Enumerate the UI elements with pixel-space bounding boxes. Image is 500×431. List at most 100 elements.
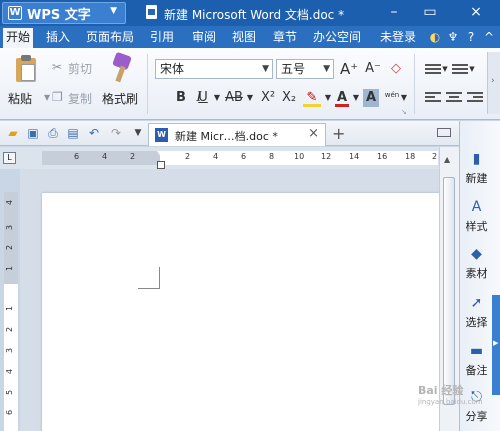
sidebar-item-new[interactable]: ▮ 新建 <box>460 151 493 186</box>
copy-button[interactable]: 复制 <box>68 90 92 107</box>
sidebar-item-select[interactable]: ➚ 选择 <box>460 295 493 330</box>
watermark-text: Bai 经验 <box>418 384 464 397</box>
ribbon-scroll[interactable]: › <box>487 52 500 114</box>
char-shading-icon[interactable]: A <box>363 89 379 107</box>
ruler-tick: 1 <box>5 305 15 312</box>
chevron-down-icon[interactable]: ▼ <box>442 60 448 78</box>
ruler-tick: 2 <box>185 152 191 161</box>
sidebar-item-materials[interactable]: ◆ 素材 <box>460 246 493 281</box>
strikethrough-button[interactable]: AB <box>224 89 244 107</box>
redo-icon[interactable]: ↷ <box>108 125 124 141</box>
ruler-tick: 6 <box>74 152 80 161</box>
help-icon[interactable]: ? <box>464 30 478 44</box>
document-tab[interactable]: W 新建 Micr…档.doc * × <box>148 123 326 146</box>
minimize-button[interactable]: – <box>384 3 404 21</box>
ruler-tick: 1 <box>5 265 15 272</box>
shirt-icon[interactable]: ♆ <box>446 30 460 44</box>
tab-office-space[interactable]: 办公空间 <box>313 26 361 48</box>
document-page[interactable] <box>42 193 439 431</box>
tab-stop-selector[interactable]: L <box>3 152 16 164</box>
phonetic-guide-button[interactable]: wén <box>384 86 400 104</box>
font-name-select[interactable]: 宋体 ▼ <box>155 59 273 79</box>
font-name-value: 宋体 <box>160 62 185 76</box>
format-painter-button[interactable]: 格式刷 <box>102 90 138 107</box>
word-doc-icon: W <box>155 128 168 142</box>
horizontal-ruler-area: L 6 4 2 2 4 6 8 10 12 14 16 18 2 <box>0 147 459 169</box>
tab-page-layout[interactable]: 页面布局 <box>86 26 134 48</box>
print-preview-icon[interactable]: ▤ <box>65 125 81 141</box>
font-color-icon[interactable]: A <box>335 89 349 107</box>
chevron-down-icon[interactable]: ▼ <box>352 89 360 107</box>
undo-icon[interactable]: ↶ <box>86 125 102 141</box>
print-icon[interactable]: ⎙ <box>45 125 61 141</box>
ruler-tick: 8 <box>269 152 275 161</box>
shapes-icon: ◆ <box>471 246 482 262</box>
cut-button[interactable]: 剪切 <box>68 60 92 77</box>
open-folder-icon[interactable]: ▰ <box>5 125 21 141</box>
superscript-button[interactable]: X² <box>259 89 277 107</box>
watermark: Bai 经验 jingyan.baidu.com <box>418 382 483 406</box>
tab-review[interactable]: 审阅 <box>192 26 216 48</box>
panel-toggle-strip[interactable]: ▶ <box>492 295 500 395</box>
chevron-down-icon: ▼ <box>110 6 117 16</box>
close-window-button[interactable]: × <box>466 3 486 21</box>
underline-button[interactable]: U <box>196 89 210 107</box>
tab-section[interactable]: 章节 <box>273 26 297 48</box>
new-tab-button[interactable]: + <box>332 124 345 143</box>
shrink-font-button[interactable]: A⁻ <box>364 60 382 78</box>
chevron-down-icon[interactable]: ▼ <box>213 89 221 107</box>
ruler-tick: 6 <box>241 152 247 161</box>
skin-icon[interactable]: ◐ <box>428 30 442 44</box>
new-document-icon: ▮ <box>472 151 481 167</box>
highlight-icon[interactable]: ✎ <box>303 89 321 107</box>
font-size-select[interactable]: 五号 ▼ <box>276 59 334 79</box>
subscript-button[interactable]: X₂ <box>280 89 298 107</box>
tab-start[interactable]: 开始 <box>3 26 34 48</box>
align-left-icon[interactable] <box>425 90 441 104</box>
bold-button[interactable]: B <box>174 89 188 107</box>
tab-references[interactable]: 引用 <box>150 26 174 48</box>
collapse-ribbon-icon[interactable]: ^ <box>482 30 496 44</box>
scrollbar-thumb[interactable] <box>443 177 455 405</box>
document-title: 新建 Microsoft Word 文档.doc * <box>164 8 345 22</box>
margin-corner-mark <box>138 267 160 289</box>
numbered-list-icon[interactable] <box>452 62 468 76</box>
tab-insert[interactable]: 插入 <box>46 26 70 48</box>
chevron-down-icon[interactable]: ▼ <box>324 89 332 107</box>
save-icon[interactable]: ▣ <box>25 125 41 141</box>
vertical-ruler[interactable]: 4 3 2 1 1 2 3 4 5 6 <box>4 192 18 431</box>
horizontal-ruler[interactable]: 6 4 2 2 4 6 8 10 12 14 16 18 2 <box>42 151 438 165</box>
paste-dropdown-icon[interactable]: ▾ <box>44 90 50 104</box>
chevron-down-icon[interactable]: ▼ <box>246 89 254 107</box>
paste-icon[interactable] <box>12 54 38 84</box>
font-dialog-launcher-icon[interactable]: ↘ <box>401 108 407 116</box>
chevron-right-icon: ▶ <box>493 339 499 347</box>
menu-bar: 开始 插入 页面布局 引用 审阅 视图 章节 办公空间 未登录 ◐ ♆ ? ^ <box>0 26 500 48</box>
customize-toolbar-icon[interactable]: ▼ <box>130 125 146 141</box>
app-menu-button[interactable]: W WPS 文字 ▼ <box>2 2 126 24</box>
scroll-up-icon[interactable]: ▲ <box>444 155 450 164</box>
login-link[interactable]: 未登录 <box>380 26 416 48</box>
align-center-icon[interactable] <box>446 90 462 104</box>
chevron-down-icon[interactable]: ▼ <box>400 89 408 107</box>
paste-button[interactable]: 粘贴 <box>8 90 32 107</box>
chevron-down-icon: ▼ <box>262 64 269 74</box>
clear-format-icon[interactable]: ◇ <box>388 60 404 78</box>
ruler-tick: 14 <box>349 152 360 161</box>
bullet-list-icon[interactable] <box>425 62 441 76</box>
window-list-icon[interactable] <box>437 126 451 138</box>
chevron-right-icon: › <box>491 76 495 86</box>
sidebar-item-styles[interactable]: A 样式 <box>460 199 493 234</box>
format-painter-icon[interactable] <box>108 51 132 84</box>
chevron-down-icon: ▼ <box>323 64 330 74</box>
maximize-button[interactable]: ▭ <box>420 3 440 21</box>
cursor-icon: ➚ <box>470 295 483 311</box>
app-name: WPS 文字 <box>27 7 91 23</box>
ribbon: 粘贴 ▾ ✂ 剪切 ❐ 复制 格式刷 宋体 ▼ 五号 ▼ A⁺ A⁻ ◇ B I… <box>0 48 500 120</box>
chevron-down-icon[interactable]: ▼ <box>469 60 475 78</box>
close-tab-icon[interactable]: × <box>308 126 319 141</box>
sidebar-item-comments[interactable]: ▬ 备注 <box>460 343 493 378</box>
grow-font-button[interactable]: A⁺ <box>340 60 358 78</box>
tab-view[interactable]: 视图 <box>232 26 256 48</box>
align-right-icon[interactable] <box>467 90 483 104</box>
